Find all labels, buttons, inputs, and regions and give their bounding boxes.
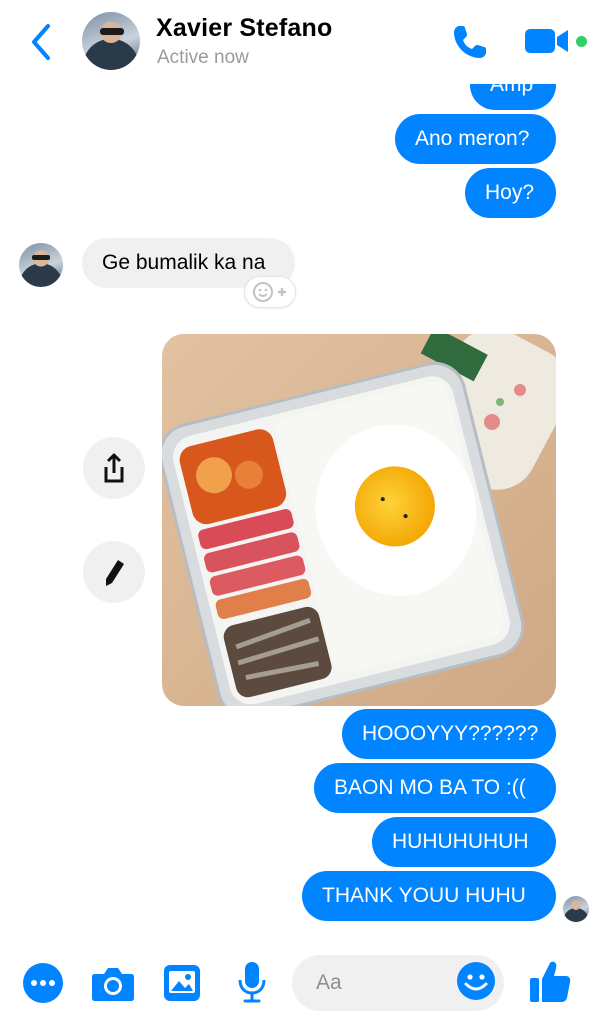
share-photo-button[interactable]: [83, 437, 145, 499]
contact-avatar[interactable]: [82, 12, 140, 70]
outgoing-message[interactable]: BAON MO BA TO :((: [314, 763, 556, 813]
sender-avatar[interactable]: [19, 243, 63, 287]
phone-icon[interactable]: [450, 22, 490, 62]
read-receipt-avatar: [563, 896, 589, 922]
outgoing-message[interactable]: Hoy?: [465, 168, 556, 218]
gallery-icon[interactable]: [163, 964, 201, 1002]
conversation-header: Xavier Stefano Active now: [0, 0, 594, 84]
shared-photo[interactable]: [162, 334, 556, 706]
emoji-icon[interactable]: [456, 961, 496, 1001]
more-icon[interactable]: [22, 962, 64, 1004]
edit-pencil-icon: [106, 560, 124, 586]
microphone-icon[interactable]: [236, 960, 268, 1004]
camera-icon[interactable]: [91, 964, 135, 1002]
share-icon: [104, 453, 124, 483]
video-camera-icon[interactable]: [524, 26, 572, 56]
outgoing-message[interactable]: THANK YOUU HUHU: [302, 871, 556, 921]
edit-photo-button[interactable]: [83, 541, 145, 603]
active-indicator: [576, 36, 587, 47]
add-reaction-button[interactable]: [244, 276, 296, 308]
chevron-left-icon[interactable]: [26, 20, 56, 64]
outgoing-message[interactable]: HUHUHUHUH: [372, 817, 556, 867]
active-status: Active now: [157, 47, 249, 68]
lunch-box-photo: [162, 334, 556, 706]
outgoing-message[interactable]: Ano meron?: [395, 114, 556, 164]
outgoing-message[interactable]: HOOOYYY??????: [342, 709, 556, 759]
contact-name[interactable]: Xavier Stefano: [156, 14, 332, 43]
thumbs-up-icon[interactable]: [528, 958, 572, 1004]
add-reaction-icon: [253, 282, 286, 302]
